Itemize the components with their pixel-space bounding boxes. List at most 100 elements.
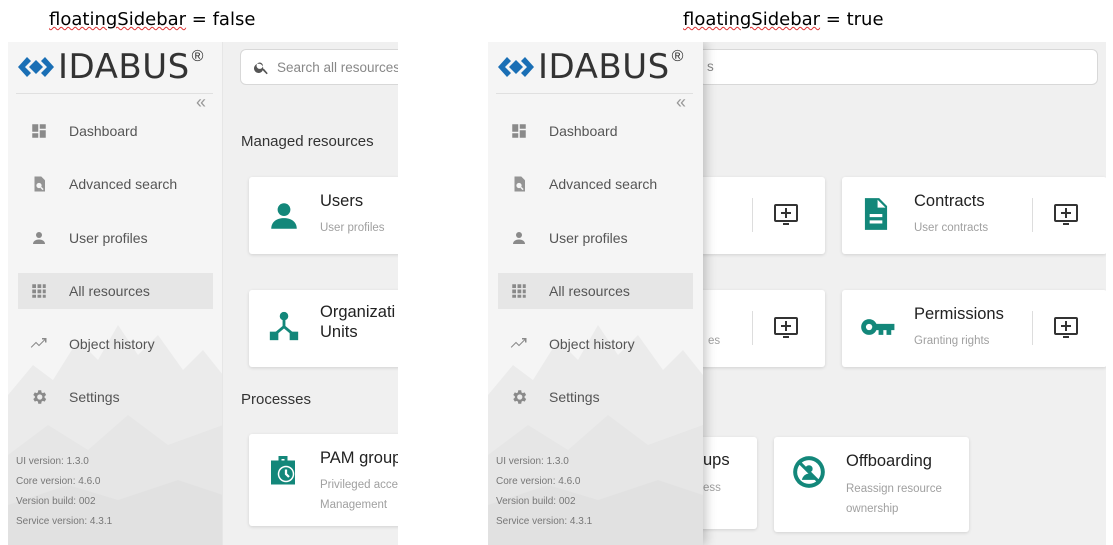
process-card-pam-groups[interactable]: PAM group Privileged acce Management <box>249 434 398 526</box>
logo-mark-icon <box>498 57 534 77</box>
sidebar-item-label: User profiles <box>69 229 148 246</box>
sidebar-item-label: Advanced search <box>69 176 178 193</box>
trending-icon <box>30 335 48 353</box>
resource-card-users[interactable]: Users User profiles <box>249 177 398 254</box>
caption-left-value: = false <box>186 9 256 30</box>
logo-text: IDABUS <box>538 47 670 87</box>
sidebar-item-user-profiles[interactable]: User profiles <box>498 220 693 256</box>
pam-clock-icon <box>265 452 301 490</box>
search-icon <box>253 59 270 76</box>
sidebar-item-user-profiles[interactable]: User profiles <box>18 220 213 256</box>
process-card-offboarding[interactable]: Offboarding Reassign resource ownership <box>774 437 969 532</box>
card-subtitle-line1: Privileged acce <box>320 479 398 491</box>
person-icon <box>510 229 528 247</box>
ui-version: UI version: 1.3.0 <box>16 456 89 467</box>
sidebar-item-all-resources[interactable]: All resources <box>498 272 693 309</box>
card-subtitle: User contracts <box>914 222 989 234</box>
card-subtitle: Granting rights <box>914 335 990 347</box>
add-resource-icon[interactable] <box>1053 316 1079 340</box>
sidebar-item-settings[interactable]: Settings <box>18 379 213 415</box>
resource-card-organizational-units[interactable]: Organizati Units <box>249 290 398 367</box>
search-input[interactable]: Search all resources <box>240 49 398 85</box>
trending-icon <box>510 335 528 353</box>
sidebar-item-advanced-search[interactable]: Advanced search <box>18 166 213 202</box>
add-resource-icon[interactable] <box>1053 203 1079 227</box>
section-processes: Processes <box>241 391 312 408</box>
logo-text: IDABUS <box>58 47 190 87</box>
sidebar-item-label: Advanced search <box>549 176 658 193</box>
sidebar-item-label: All resources <box>549 282 630 299</box>
floating-sidebar: IDABUS ® « Dashboard Advanced search User… <box>488 42 703 545</box>
sidebar-item-label: Settings <box>69 389 120 406</box>
version-build: Version build: 002 <box>496 496 576 507</box>
dashboard-icon <box>30 122 48 140</box>
core-version: Core version: 4.6.0 <box>16 476 101 487</box>
card-title-line2: Units <box>320 323 358 341</box>
resource-card-contracts[interactable]: Contracts User contracts <box>842 177 1106 254</box>
card-divider <box>1032 198 1033 232</box>
sidebar-item-object-history[interactable]: Object history <box>18 326 213 362</box>
card-subtitle-line2: Management <box>320 499 388 511</box>
card-title: Contracts <box>914 192 985 210</box>
logo: IDABUS ® <box>18 47 203 87</box>
logo: IDABUS ® <box>498 47 683 87</box>
sidebar-item-object-history[interactable]: Object history <box>498 326 693 362</box>
key-icon <box>856 308 898 346</box>
resource-card-permissions[interactable]: Permissions Granting rights <box>842 290 1106 367</box>
logo-mark-icon <box>18 57 54 77</box>
logo-divider <box>496 93 693 94</box>
app-floating-false: IDABUS ® « Dashboard Advanced search User… <box>8 42 398 545</box>
logo-registered: ® <box>671 48 684 65</box>
gear-icon <box>510 388 528 406</box>
dashboard-icon <box>510 122 528 140</box>
service-version: Service version: 4.3.1 <box>496 516 593 527</box>
user-icon <box>267 199 301 233</box>
card-title: Permissions <box>914 305 1004 323</box>
card-title: Users <box>320 192 364 210</box>
card-title: Offboarding <box>846 452 932 470</box>
ui-version: UI version: 1.3.0 <box>496 456 569 467</box>
sidebar-item-dashboard[interactable]: Dashboard <box>18 113 213 149</box>
section-managed-resources: Managed resources <box>241 133 374 150</box>
sidebar-item-label: Dashboard <box>549 123 618 139</box>
add-resource-icon[interactable] <box>773 316 799 340</box>
sidebar-item-label: User profiles <box>549 229 628 246</box>
logo-registered: ® <box>191 48 204 65</box>
caption-left-key: floatingSidebar <box>49 9 187 30</box>
core-version: Core version: 4.6.0 <box>496 476 581 487</box>
card-title-line1: Organizati <box>320 303 396 321</box>
sidebar-nav: Dashboard Advanced search User profiles … <box>18 113 213 433</box>
card-divider <box>1032 311 1033 345</box>
version-build: Version build: 002 <box>16 496 96 507</box>
sidebar-item-label: Dashboard <box>69 123 138 139</box>
caption-right-key: floatingSidebar <box>683 9 821 30</box>
sidebar-item-advanced-search[interactable]: Advanced search <box>498 166 693 202</box>
card-subtitle: User profiles <box>320 222 385 234</box>
card-divider <box>752 198 753 232</box>
collapse-sidebar-icon[interactable]: « <box>196 92 206 113</box>
card-title-partial: ups <box>703 451 730 469</box>
service-version: Service version: 4.3.1 <box>16 516 113 527</box>
sidebar-item-settings[interactable]: Settings <box>498 379 693 415</box>
card-divider <box>752 311 753 345</box>
contract-document-icon <box>857 194 895 234</box>
person-icon <box>30 229 48 247</box>
screenshot-root: floatingSidebar = false floatingSidebar … <box>0 0 1113 545</box>
sidebar-item-label: Object history <box>549 336 635 353</box>
app-floating-true: s Contracts User contracts es Permission… <box>488 42 1106 545</box>
caption-right: floatingSidebar = true <box>683 9 884 30</box>
sidebar-item-label: All resources <box>69 282 150 299</box>
caption-right-value: = true <box>820 9 884 30</box>
caption-left: floatingSidebar = false <box>49 9 255 30</box>
add-resource-icon[interactable] <box>773 203 799 227</box>
gear-icon <box>30 388 48 406</box>
search-placeholder-partial: s <box>707 59 714 74</box>
sidebar-item-dashboard[interactable]: Dashboard <box>498 113 693 149</box>
card-subtitle-line2: ownership <box>846 503 899 515</box>
sidebar-item-all-resources[interactable]: All resources <box>18 272 213 309</box>
advanced-search-icon <box>30 175 48 193</box>
org-chart-icon <box>267 308 301 344</box>
search-input[interactable]: s <box>698 49 1098 85</box>
collapse-sidebar-icon[interactable]: « <box>676 92 686 113</box>
offboarding-icon <box>790 453 828 491</box>
